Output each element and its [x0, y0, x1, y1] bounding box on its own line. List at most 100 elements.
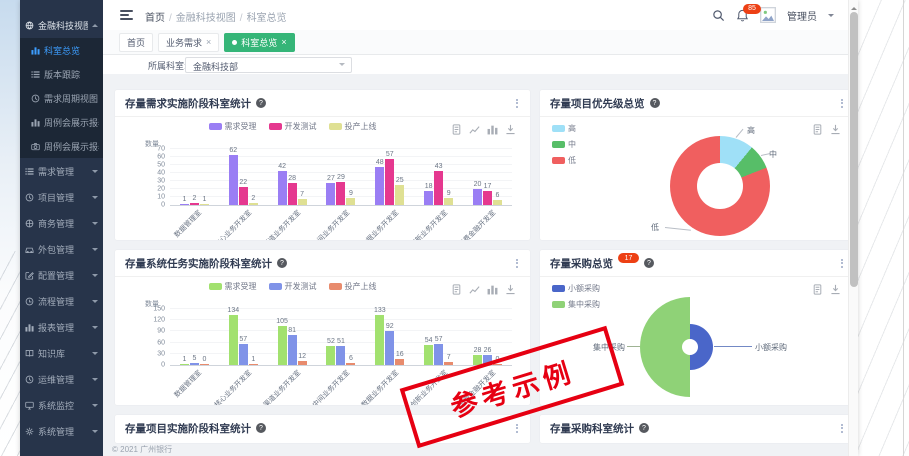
tab[interactable]: 业务需求× — [158, 33, 219, 52]
legend-item[interactable]: 投产上线 — [329, 121, 377, 132]
department-select[interactable]: 金融科技部 — [185, 57, 352, 73]
bar-value-label: 133 — [374, 307, 386, 314]
download-icon[interactable] — [505, 282, 516, 293]
y-axis-tick: 150 — [153, 306, 165, 313]
sidebar-item[interactable]: 商务管理 — [20, 210, 103, 236]
bar: 9 — [346, 198, 355, 205]
tab-active[interactable]: 科室总览 × — [224, 33, 294, 52]
sidebar-item[interactable]: 配置管理 — [20, 262, 103, 288]
bar: 22 — [239, 187, 248, 205]
legend-item[interactable]: 需求受理 — [209, 121, 257, 132]
card-procurement-dept-stats: 存量采购科室统计 ? — [540, 415, 855, 443]
help-icon[interactable]: ? — [277, 258, 287, 268]
download-icon[interactable] — [505, 122, 516, 133]
legend-item[interactable]: 开发测试 — [269, 121, 317, 132]
legend-label: 开发测试 — [285, 281, 317, 292]
more-menu-icon[interactable] — [839, 420, 845, 436]
pie-slice-label: 低 — [651, 222, 659, 233]
sidebar-item-label: 版本跟踪 — [44, 68, 80, 81]
bar-chart-icon[interactable] — [487, 282, 498, 293]
bar: 42 — [278, 171, 287, 205]
legend-item[interactable]: 需求受理 — [209, 281, 257, 292]
sidebar-item[interactable]: 外包管理 — [20, 236, 103, 262]
donut-ring — [670, 136, 770, 236]
user-menu[interactable]: 管理员 — [787, 8, 817, 23]
card-title: 存量系统任务实施阶段科室统计 — [125, 256, 272, 271]
bar-value-label: 48 — [376, 159, 384, 166]
bar-value-label: 0 — [202, 356, 206, 363]
card-demand-stage-stats: 存量需求实施阶段科室统计 ? 需求受理开发测试投产上线 数量 010203040… — [115, 90, 530, 240]
legend-item[interactable]: 开发测试 — [269, 281, 317, 292]
more-menu-icon[interactable] — [514, 420, 520, 436]
x-axis-label: 核心业务开发室 — [213, 208, 255, 240]
avatar[interactable] — [760, 7, 776, 23]
sidebar-item[interactable]: 版本跟踪 — [20, 62, 103, 86]
line-chart-icon[interactable] — [469, 282, 480, 293]
bar-value-label: 7 — [300, 191, 304, 198]
close-icon[interactable]: × — [206, 38, 211, 47]
bar: 12 — [298, 361, 307, 365]
close-icon[interactable]: × — [281, 38, 286, 47]
bar-value-label: 7 — [447, 354, 451, 361]
tab[interactable]: 首页 — [119, 33, 153, 52]
data-view-icon[interactable] — [451, 282, 462, 293]
bar-value-label: 62 — [229, 147, 237, 154]
line-chart-icon[interactable] — [469, 122, 480, 133]
active-dot-icon — [232, 40, 237, 45]
sidebar-item-active[interactable]: 科室总览 — [20, 38, 103, 62]
scroll-up-arrow-icon[interactable] — [851, 4, 857, 10]
sidebar-item[interactable]: 项目管理 — [20, 184, 103, 210]
sidebar-item[interactable]: 系统管理 — [20, 418, 103, 444]
chart-toolbox — [451, 282, 516, 293]
bar-value-label: 57 — [435, 336, 443, 343]
sidebar-item[interactable]: 流程管理 — [20, 288, 103, 314]
sidebar-item[interactable]: 需求周期视图 — [20, 86, 103, 110]
search-icon[interactable] — [712, 9, 725, 22]
sidebar-item[interactable]: 周例会展示报表-采购 — [20, 134, 103, 158]
sidebar-item[interactable]: 运维管理 — [20, 366, 103, 392]
sidebar-item[interactable]: 系统监控 — [20, 392, 103, 418]
bell-icon[interactable]: 85 — [736, 9, 749, 22]
sidebar-group-label: 金融科技视图 — [38, 19, 88, 32]
sidebar-group-header[interactable]: 金融科技视图 — [20, 12, 103, 38]
legend-marker — [329, 123, 342, 130]
chevron-down-icon — [92, 170, 98, 176]
more-menu-icon[interactable] — [839, 95, 845, 111]
bar: 7 — [444, 362, 453, 365]
bar: 2 — [249, 203, 258, 205]
bar: 29 — [336, 182, 345, 205]
sidebar-item[interactable]: 报表管理 — [20, 314, 103, 340]
more-menu-icon[interactable] — [514, 255, 520, 271]
bar: 51 — [336, 346, 345, 365]
more-menu-icon[interactable] — [839, 255, 845, 271]
more-menu-icon[interactable] — [514, 95, 520, 111]
bar: 134 — [229, 315, 238, 365]
y-axis-tick: 90 — [157, 328, 165, 335]
menu-collapse-icon[interactable] — [120, 10, 133, 22]
breadcrumb-item[interactable]: 科室总览 — [247, 13, 287, 24]
sidebar-item[interactable]: 需求管理 — [20, 158, 103, 184]
scrollbar[interactable] — [848, 0, 858, 456]
sidebar-item-label: 周例会展示报表-项目 — [44, 116, 99, 129]
help-icon[interactable]: ? — [650, 98, 660, 108]
chevron-down-icon — [92, 378, 98, 384]
sidebar-item[interactable]: 知识库 — [20, 340, 103, 366]
topbar: 首页/金融科技视图/科室总览 85 管理员 — [103, 0, 858, 30]
scrollbar-thumb[interactable] — [850, 12, 858, 287]
bar-chart-icon[interactable] — [487, 122, 498, 133]
sidebar-item[interactable]: 周例会展示报表-项目 — [20, 110, 103, 134]
sidebar-item-label: 流程管理 — [38, 295, 74, 308]
bar-group: 1339216数据业务开发室 — [375, 309, 404, 365]
breadcrumb-item[interactable]: 金融科技视图 — [176, 13, 236, 24]
help-icon[interactable]: ? — [256, 98, 266, 108]
breadcrumb-item[interactable]: 首页 — [145, 13, 165, 24]
data-view-icon[interactable] — [451, 122, 462, 133]
tab-label: 科室总览 — [241, 36, 277, 49]
legend-item[interactable]: 投产上线 — [329, 281, 377, 292]
sidebar-item-label: 需求管理 — [38, 165, 74, 178]
card-title: 存量采购科室统计 — [550, 421, 634, 436]
help-icon[interactable]: ? — [644, 258, 654, 268]
help-icon[interactable]: ? — [256, 423, 266, 433]
chevron-down-icon[interactable] — [828, 14, 834, 20]
help-icon[interactable]: ? — [639, 423, 649, 433]
